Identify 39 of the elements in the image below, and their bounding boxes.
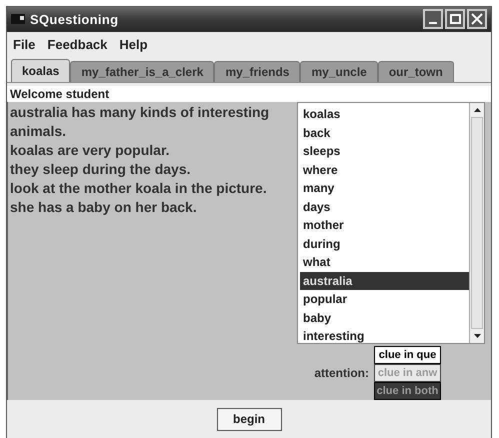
tab[interactable]: my_friends: [214, 61, 300, 82]
word-list-item[interactable]: mother: [300, 216, 469, 235]
word-list-item[interactable]: sleeps: [300, 142, 469, 161]
word-list-item[interactable]: interesting: [300, 327, 469, 346]
clue-legend-swatch: clue in both: [374, 382, 441, 400]
maximize-button[interactable]: [445, 9, 465, 30]
app-icon: [11, 14, 25, 24]
word-list-item[interactable]: during: [300, 234, 469, 254]
menu-item[interactable]: File: [13, 34, 36, 54]
begin-button[interactable]: begin: [216, 408, 282, 431]
tab[interactable]: my_father_is_a_clerk: [70, 61, 214, 82]
scrollbar[interactable]: [469, 103, 484, 344]
word-list-item[interactable]: australia: [300, 272, 469, 290]
close-icon: [471, 13, 483, 26]
word-list-item[interactable]: where: [300, 160, 469, 180]
minimize-button[interactable]: [423, 9, 443, 30]
close-button[interactable]: [467, 9, 487, 30]
window-title: SQuestioning: [30, 10, 118, 29]
passage-sentence: they sleep during the days.: [10, 160, 192, 180]
passage-sentence: look at the mother koala in the picture.: [10, 179, 268, 198]
welcome-bar: Welcome student: [7, 86, 491, 102]
tab[interactable]: my_uncle: [300, 61, 378, 82]
attention-label: attention:: [314, 365, 369, 382]
passage-sentence: she has a baby on her back.: [10, 198, 198, 218]
word-list-item[interactable]: what: [300, 253, 469, 272]
word-list-item[interactable]: koalas: [300, 105, 469, 124]
menu-item[interactable]: Feedback: [47, 34, 108, 54]
word-list-item[interactable]: days: [300, 198, 469, 216]
word-list-item[interactable]: many: [300, 179, 469, 198]
word-list-item[interactable]: popular: [300, 290, 469, 309]
menu-item[interactable]: Help: [119, 34, 148, 54]
clue-legend-swatch: clue in anw: [374, 364, 441, 382]
passage-sentence: koalas are very popular.: [10, 141, 171, 160]
passage-sentence: australia has many kinds of interesting animals.: [10, 103, 270, 142]
tab[interactable]: koalas: [11, 59, 70, 82]
word-list-item[interactable]: back: [300, 124, 469, 142]
clue-legend-swatch: clue in que: [374, 346, 441, 364]
tab[interactable]: our_town: [378, 61, 454, 82]
word-list-item[interactable]: baby: [300, 308, 469, 328]
